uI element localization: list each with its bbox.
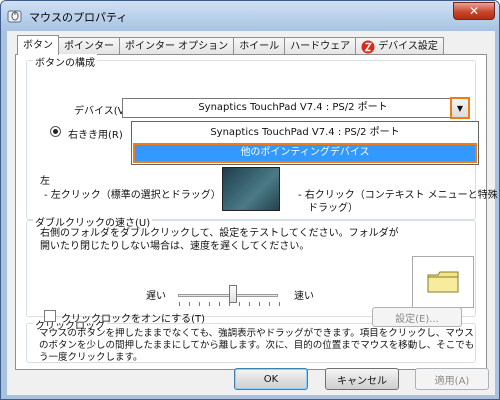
slider-tick	[239, 302, 240, 306]
device-dropdown-list: Synaptics TouchPad V7.4 : PS/2 ポート 他のポイン…	[131, 121, 479, 165]
tab-wheel[interactable]: ホイール	[233, 37, 286, 55]
click-lock-checkbox[interactable]	[44, 310, 56, 322]
right-click-description-cont: ドラッグ）	[308, 203, 358, 214]
click-lock-label[interactable]: クリックロックをオンにする(T)	[61, 310, 205, 325]
tab-pointer-options[interactable]: ポインター オプション	[119, 37, 235, 55]
slider-tick	[249, 302, 250, 306]
dialog-body: ボタン ポインター ポインター オプション ホイール ハードウェア デバイス設定…	[7, 31, 498, 395]
apply-button[interactable]: 適用(A)	[415, 368, 489, 390]
tab-hardware[interactable]: ハードウェア	[284, 37, 357, 55]
double-click-speed-slider[interactable]	[178, 294, 278, 297]
tab-label: ポインター オプション	[125, 40, 229, 52]
dropdown-option[interactable]: Synaptics TouchPad V7.4 : PS/2 ポート	[132, 124, 478, 142]
window-title: マウスのプロパティ	[29, 11, 128, 24]
right-handed-label[interactable]: 右きき用(R)	[68, 126, 123, 141]
slider-tick	[199, 302, 200, 306]
tab-label: ホイール	[239, 40, 280, 52]
slider-tick	[179, 302, 180, 306]
slider-tick	[279, 302, 280, 306]
synaptics-icon	[361, 40, 375, 53]
fast-label: 速い	[294, 291, 314, 302]
tab-label: ポインター	[64, 40, 114, 52]
cancel-button[interactable]: キャンセル	[325, 368, 399, 390]
slider-tick	[189, 302, 190, 306]
title-bar[interactable]: マウスのプロパティ ✕	[1, 1, 499, 31]
tab-buttons[interactable]: ボタン	[17, 35, 59, 55]
device-select-dropdown-button[interactable]: ▼	[450, 97, 470, 119]
slider-tick	[269, 302, 270, 306]
group-label: ボタンの構成	[33, 54, 97, 69]
click-lock-settings-button[interactable]: 設定(E)...	[372, 307, 462, 327]
close-icon: ✕	[468, 4, 480, 18]
mouse-icon	[7, 10, 22, 23]
folder-icon[interactable]	[427, 271, 459, 293]
double-click-description: 右側のフォルダをダブルクリックして、設定をテストしてください。フォルダが開いたり…	[40, 228, 399, 252]
device-select[interactable]: Synaptics TouchPad V7.4 : PS/2 ポート	[122, 98, 464, 118]
tab-device-settings[interactable]: デバイス設定	[355, 37, 444, 55]
tab-label: ハードウェア	[290, 40, 351, 52]
test-folder-area[interactable]	[412, 256, 474, 308]
mouse-properties-window: マウスのプロパティ ✕ ボタン ポインター ポインター オプション ホイール ハ…	[0, 0, 500, 400]
right-handed-radio[interactable]	[50, 126, 61, 137]
chevron-down-icon: ▼	[456, 103, 464, 113]
left-click-description: - 左クリック（標準の選択とドラッグ）	[44, 190, 221, 201]
slider-tick	[219, 302, 220, 306]
slider-tick	[259, 302, 260, 306]
dropdown-option-selected[interactable]: 他のポインティングデバイス	[133, 143, 477, 163]
slow-label: 遅い	[146, 291, 166, 302]
mouse-button-preview-image	[222, 167, 280, 211]
left-button-heading: 左	[40, 176, 50, 187]
tab-strip: ボタン ポインター ポインター オプション ホイール ハードウェア デバイス設定	[17, 35, 444, 55]
slider-thumb[interactable]	[229, 285, 237, 303]
slider-tick	[209, 302, 210, 306]
tab-label: デバイス設定	[378, 40, 438, 52]
tab-pointers[interactable]: ポインター	[58, 37, 120, 55]
tab-label: ボタン	[23, 39, 53, 51]
click-lock-description: マウスのボタンを押したままでなくても、強調表示やドラッグができます。項目をクリッ…	[39, 328, 475, 363]
close-button[interactable]: ✕	[453, 2, 495, 20]
slider-tick	[229, 302, 230, 306]
slider-ticks	[179, 302, 280, 307]
ok-button[interactable]: OK	[234, 368, 308, 390]
